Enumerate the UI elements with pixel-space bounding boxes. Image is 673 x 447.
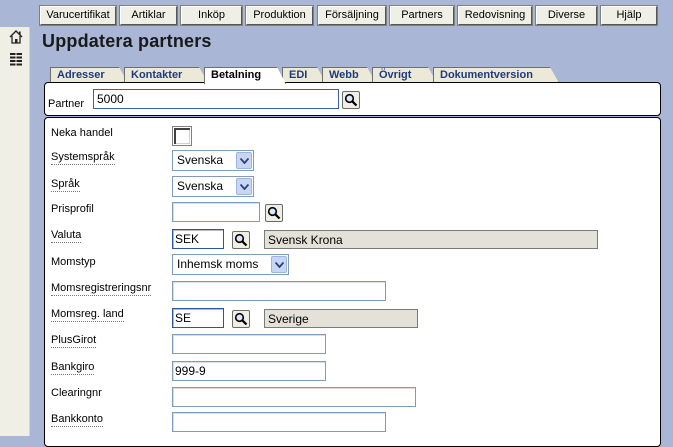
sprak-dropdown-button[interactable] — [236, 178, 252, 195]
main-content: Uppdatera partners Adresser Kontakter Be… — [30, 27, 673, 447]
search-icon — [234, 312, 248, 326]
partner-search-button[interactable] — [342, 91, 360, 109]
tab-webb[interactable]: Webb — [322, 67, 376, 83]
sprak-label: Språk — [51, 178, 80, 192]
tab-ovrigt[interactable]: Övrigt — [372, 67, 437, 83]
momstyp-select[interactable]: Inhemsk moms — [172, 254, 289, 275]
tab-dokumentversion[interactable]: Dokumentversion — [433, 67, 559, 83]
chevron-down-icon — [275, 262, 284, 268]
menu-produktion[interactable]: Produktion — [245, 5, 314, 26]
systemsprak-label: Systemspråk — [51, 151, 115, 165]
neka-handel-checkbox[interactable] — [172, 126, 192, 146]
valuta-name: Svensk Krona — [264, 230, 598, 249]
sprak-value: Svenska — [177, 179, 224, 193]
valuta-search-button[interactable] — [232, 231, 250, 249]
sprak-select[interactable]: Svenska — [172, 176, 254, 197]
valuta-input[interactable] — [172, 229, 224, 249]
search-icon — [234, 233, 248, 247]
menu-partners[interactable]: Partners — [389, 5, 455, 26]
menu-diverse[interactable]: Diverse — [535, 5, 598, 26]
menu-varucertifikat[interactable]: Varucertifikat — [39, 5, 117, 26]
momsregistreringsnr-label: Momsregistreringsnr — [51, 282, 152, 296]
momsreg-land-search-button[interactable] — [232, 310, 250, 328]
list-icon[interactable] — [8, 51, 24, 67]
chevron-down-icon — [240, 184, 249, 190]
top-menu-bar: Varucertifikat Artiklar Inköp Produktion… — [0, 0, 673, 27]
tab-betalning[interactable]: Betalning — [204, 67, 286, 84]
momsreg-land-label: Momsreg. land — [51, 308, 124, 322]
bankkonto-label: Bankkonto — [51, 413, 103, 427]
menu-forsaljning[interactable]: Försäljning — [317, 5, 387, 26]
clearingnr-label: Clearingnr — [51, 387, 102, 399]
menu-artiklar[interactable]: Artiklar — [119, 5, 178, 26]
clearingnr-input[interactable] — [172, 387, 416, 407]
partner-label: Partner — [48, 98, 85, 110]
partner-panel: Partner — [44, 82, 661, 116]
systemsprak-value: Svenska — [177, 153, 224, 167]
momsreg-land-name: Sverige — [264, 309, 418, 328]
prisprofil-search-button[interactable] — [265, 204, 283, 222]
search-icon — [267, 206, 281, 220]
valuta-label: Valuta — [51, 229, 82, 243]
momsreg-land-input[interactable] — [172, 308, 224, 328]
prisprofil-label: Prisprofil — [51, 203, 94, 215]
momstyp-dropdown-button[interactable] — [271, 256, 287, 273]
menu-inkop[interactable]: Inköp — [180, 5, 243, 26]
neka-handel-label: Neka handel — [51, 127, 113, 139]
tab-adresser[interactable]: Adresser — [50, 67, 128, 83]
left-toolbar — [0, 27, 30, 436]
prisprofil-input[interactable] — [172, 202, 260, 222]
tab-edi[interactable]: EDI — [282, 67, 326, 83]
momstyp-label: Momstyp — [51, 256, 96, 268]
chevron-down-icon — [240, 158, 249, 164]
plusgirot-input[interactable] — [172, 334, 326, 354]
bankgiro-input[interactable] — [172, 361, 326, 381]
search-icon — [344, 93, 358, 107]
home-icon[interactable] — [8, 29, 24, 45]
window-edge — [668, 27, 673, 436]
payment-form: Neka handel Systemspråk Svenska Språk Sv… — [44, 117, 661, 447]
momsregistreringsnr-input[interactable] — [172, 281, 386, 301]
momstyp-value: Inhemsk moms — [177, 257, 259, 271]
partner-input[interactable] — [93, 89, 339, 109]
tab-kontakter[interactable]: Kontakter — [124, 67, 208, 83]
plusgirot-label: PlusGirot — [51, 334, 97, 348]
systemsprak-dropdown-button[interactable] — [236, 152, 252, 169]
page-title: Uppdatera partners — [42, 31, 212, 51]
menu-hjalp[interactable]: Hjälp — [600, 5, 658, 26]
menu-redovisning[interactable]: Redovisning — [457, 5, 533, 26]
bankgiro-label: Bankgiro — [51, 361, 95, 375]
bankkonto-input[interactable] — [172, 412, 386, 432]
systemsprak-select[interactable]: Svenska — [172, 150, 254, 171]
